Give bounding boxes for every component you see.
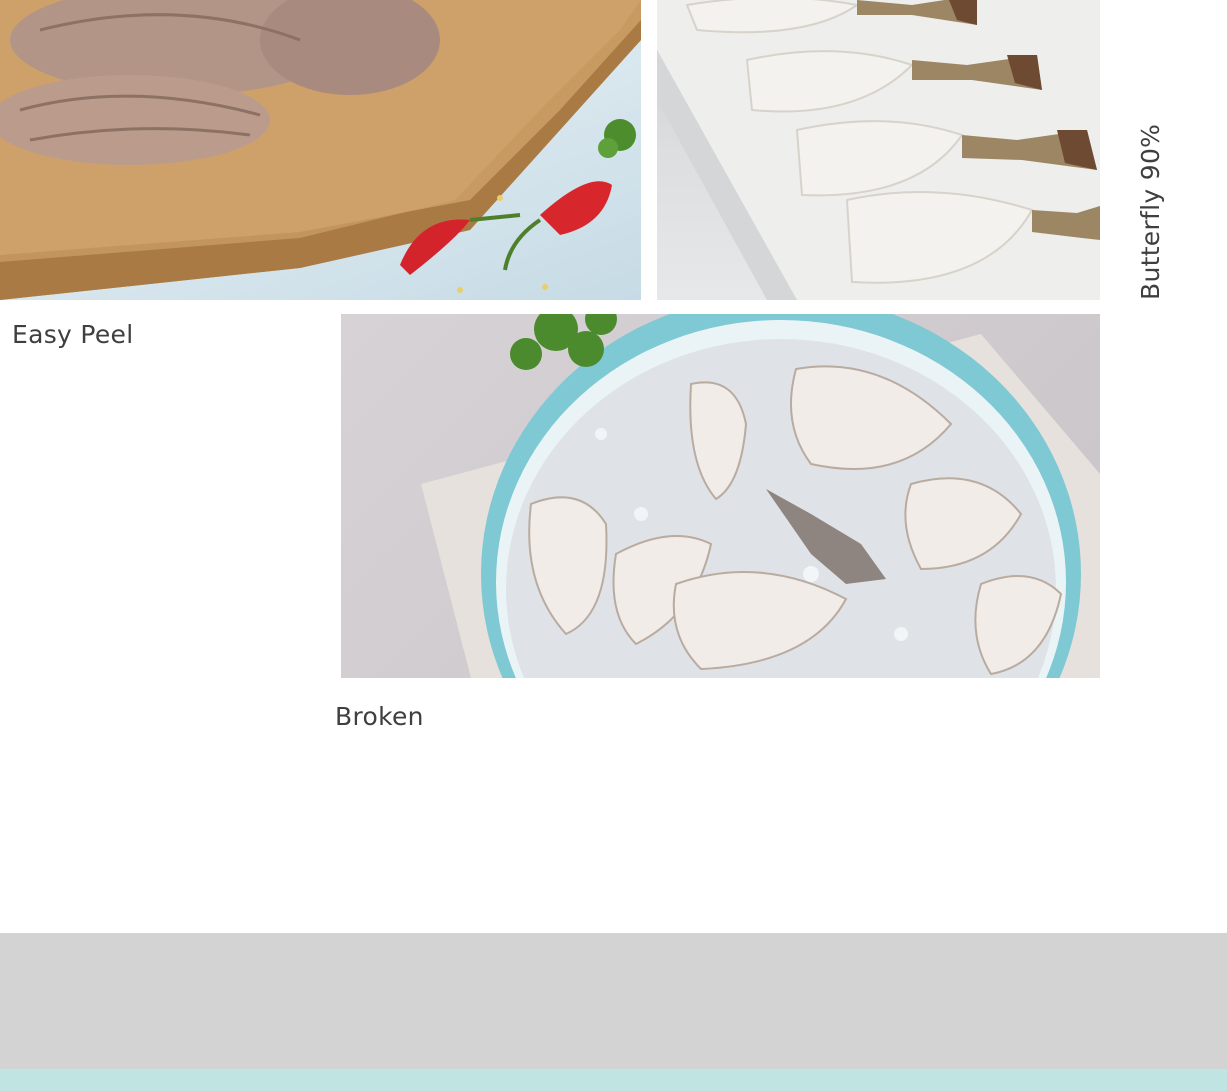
butterfly-image[interactable] — [657, 0, 1100, 300]
broken-caption: Broken — [335, 702, 424, 731]
butterfly-caption: Butterfly 90% — [1136, 123, 1165, 300]
shrimp-cutting-board-illustration — [0, 0, 641, 300]
easy-peel-caption: Easy Peel — [12, 320, 134, 349]
product-gallery-page: Easy Peel Butterfly 90% Broken — [0, 0, 1227, 1091]
butterfly-shrimp-marble-illustration — [657, 0, 1100, 300]
footer-band — [0, 933, 1227, 1069]
easy-peel-image[interactable] — [0, 0, 641, 300]
footer-accent-band — [0, 1069, 1227, 1091]
broken-shrimp-salt-bowl-illustration — [421, 314, 1100, 678]
broken-image[interactable] — [341, 314, 1100, 678]
